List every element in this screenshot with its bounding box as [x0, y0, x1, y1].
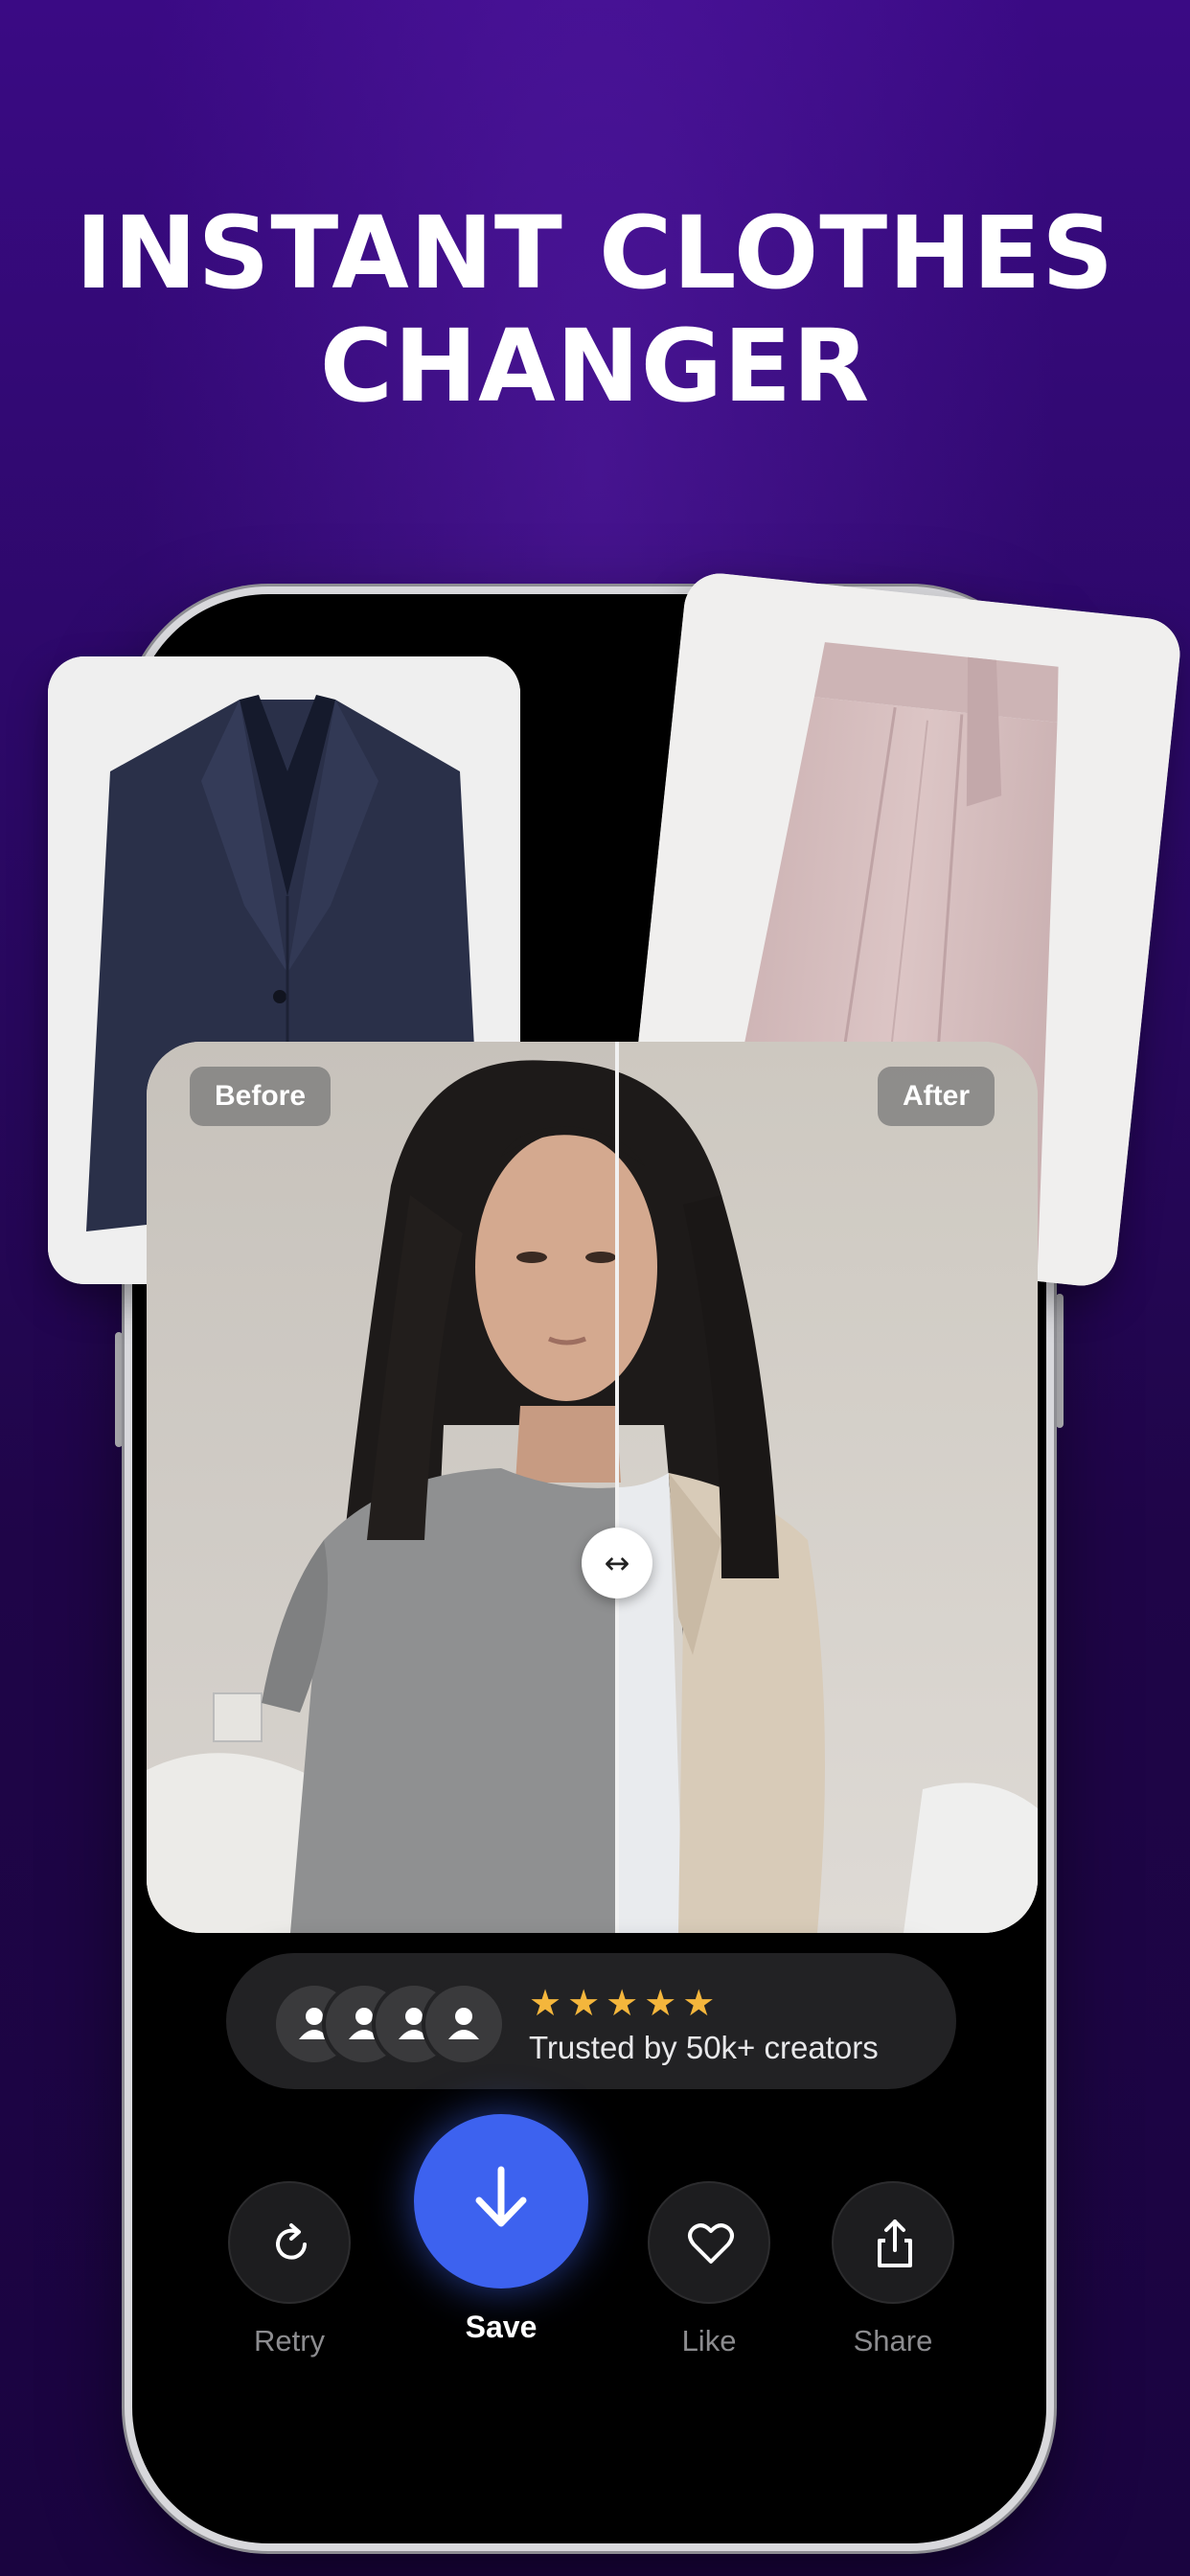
user-icon — [448, 2008, 479, 2039]
retry-button[interactable] — [228, 2181, 351, 2304]
like-label: Like — [681, 2324, 737, 2358]
retry-icon — [276, 2223, 307, 2260]
headline-line-1: INSTANT CLOTHES — [75, 195, 1115, 311]
comparison-divider[interactable] — [615, 1042, 619, 1933]
phone-side-button-right — [1056, 1294, 1064, 1428]
share-label: Share — [853, 2324, 933, 2358]
download-icon — [475, 2166, 527, 2227]
save-label: Save — [465, 2310, 538, 2344]
heart-icon — [688, 2223, 734, 2264]
swap-arrows-icon[interactable]: ↔ — [582, 1528, 652, 1598]
avatar-group — [272, 1982, 506, 2066]
trust-badge: ★★★★★ Trusted by 50k+ creators — [226, 1953, 956, 2089]
avatar — [422, 1982, 506, 2066]
trust-text: Trusted by 50k+ creators — [529, 2030, 879, 2065]
phone-side-button-left — [115, 1332, 123, 1447]
share-button[interactable] — [832, 2181, 954, 2304]
before-after-comparison[interactable]: Before After ↔ — [147, 1042, 1038, 1933]
like-button[interactable] — [648, 2181, 770, 2304]
comparison-photo — [147, 1042, 1038, 1933]
before-label: Before — [190, 1067, 332, 1126]
share-icon — [878, 2220, 912, 2267]
save-button[interactable] — [414, 2114, 588, 2288]
star-rating: ★★★★★ — [529, 1982, 721, 2024]
after-label: After — [877, 1067, 995, 1126]
headline-line-2: CHANGER — [319, 308, 871, 425]
retry-label: Retry — [253, 2324, 326, 2358]
headline: INSTANT CLOTHES CHANGER — [0, 196, 1190, 423]
